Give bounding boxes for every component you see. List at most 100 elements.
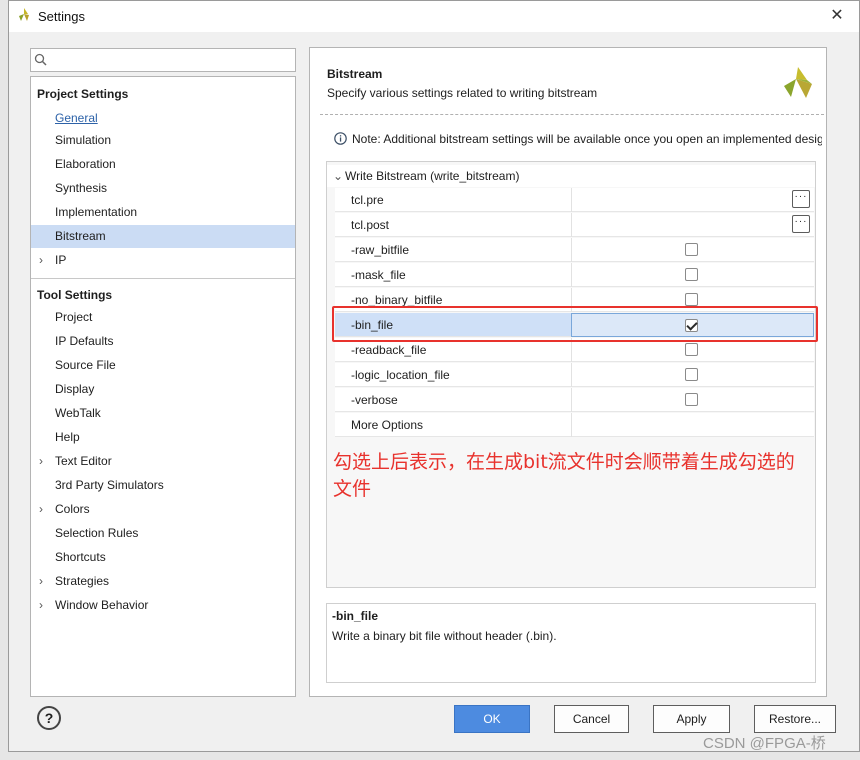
group-header-write-bitstream[interactable]: ⌄ Write Bitstream (write_bitstream) [327, 165, 815, 187]
page-title: Bitstream [327, 67, 383, 81]
option-name: tcl.post [351, 218, 390, 232]
help-icon: ? [44, 710, 54, 726]
option-row-logic-location-file[interactable]: -logic_location_file [335, 363, 814, 387]
description-title: -bin_file [332, 609, 379, 623]
ellipsis-icon[interactable]: ··· [792, 215, 810, 233]
chevron-right-icon[interactable]: › [39, 498, 49, 521]
option-value [571, 363, 814, 387]
nav-item-elaboration[interactable]: Elaboration [31, 153, 295, 176]
option-row-raw-bitfile[interactable]: -raw_bitfile [335, 238, 814, 262]
mask-file-checkbox[interactable] [685, 268, 698, 281]
info-note: Note: Additional bitstream settings will… [352, 132, 822, 146]
option-name: tcl.pre [351, 193, 384, 207]
settings-content-panel: Bitstream Specify various settings relat… [309, 47, 827, 697]
nav-item-ip-defaults[interactable]: IP Defaults [31, 330, 295, 353]
nav-item-label: Bitstream [55, 229, 106, 243]
nav-item-label: Strategies [55, 574, 110, 588]
chevron-right-icon[interactable]: › [39, 249, 49, 272]
search-input[interactable] [51, 50, 295, 72]
logic-location-file-checkbox[interactable] [685, 368, 698, 381]
nav-item-ip[interactable]: › IP [31, 249, 295, 272]
chevron-down-icon[interactable]: ⌄ [333, 165, 343, 187]
nav-item-label: Shortcuts [55, 550, 106, 564]
raw-bitfile-checkbox[interactable] [685, 243, 698, 256]
vivado-logo-icon [784, 67, 812, 98]
annotation-text: 勾选上后表示，在生成bit流文件时会顺带着生成勾选的文件 [333, 451, 795, 500]
help-button[interactable]: ? [37, 706, 61, 730]
nav-item-colors[interactable]: › Colors [31, 498, 295, 521]
nav-item-label: Synthesis [55, 181, 108, 195]
close-button[interactable]: ✕ [824, 5, 850, 27]
nav-item-label: 3rd Party Simulators [55, 478, 164, 492]
option-name: -verbose [351, 393, 398, 407]
bitstream-options-table: ⌄ Write Bitstream (write_bitstream) tcl.… [326, 161, 816, 588]
nav-item-label: General [55, 111, 98, 125]
option-row-tcl-post[interactable]: tcl.post ··· [335, 213, 814, 237]
apply-button[interactable]: Apply [653, 705, 730, 733]
no-binary-bitfile-checkbox[interactable] [685, 293, 698, 306]
nav-item-synthesis[interactable]: Synthesis [31, 177, 295, 200]
nav-item-source-file[interactable]: Source File [31, 354, 295, 377]
vivado-logo-icon [19, 8, 29, 21]
nav-item-implementation[interactable]: Implementation [31, 201, 295, 224]
page-subtitle: Specify various settings related to writ… [327, 86, 598, 100]
option-name: -raw_bitfile [351, 243, 410, 257]
option-row-tcl-pre[interactable]: tcl.pre ··· [335, 188, 814, 212]
nav-item-label: Text Editor [55, 454, 112, 468]
nav-item-bitstream[interactable]: Bitstream [31, 225, 295, 248]
project-settings-heading: Project Settings [37, 87, 129, 101]
option-row-more-options[interactable]: More Options [335, 413, 814, 437]
nav-item-3rd-party-simulators[interactable]: 3rd Party Simulators [31, 474, 295, 497]
nav-item-text-editor[interactable]: › Text Editor [31, 450, 295, 473]
chevron-right-icon[interactable]: › [39, 570, 49, 593]
option-value: ··· [571, 188, 814, 212]
option-row-mask-file[interactable]: -mask_file [335, 263, 814, 287]
nav-item-label: Simulation [55, 133, 112, 147]
cancel-button[interactable]: Cancel [554, 705, 629, 733]
nav-item-label: Selection Rules [55, 526, 139, 540]
nav-item-help[interactable]: Help [31, 426, 295, 449]
nav-item-label: Source File [55, 358, 116, 372]
nav-item-label: WebTalk [55, 406, 101, 420]
close-icon: ✕ [830, 7, 844, 24]
nav-item-simulation[interactable]: Simulation [31, 129, 295, 152]
nav-item-display[interactable]: Display [31, 378, 295, 401]
nav-item-label: IP [55, 253, 67, 267]
nav-item-webtalk[interactable]: WebTalk [31, 402, 295, 425]
nav-item-strategies[interactable]: › Strategies [31, 570, 295, 593]
search-box [30, 48, 296, 72]
annotation-highlight-box [332, 306, 818, 342]
nav-item-window-behavior[interactable]: › Window Behavior [31, 594, 295, 617]
nav-item-general[interactable]: General [31, 107, 295, 130]
ok-button[interactable]: OK [454, 705, 530, 733]
nav-item-label: Project [55, 310, 93, 324]
verbose-checkbox[interactable] [685, 393, 698, 406]
nav-item-label: Help [55, 430, 80, 444]
settings-window: Settings ✕ Project Settings General Simu… [8, 0, 860, 752]
more-options-input[interactable] [571, 413, 814, 437]
option-value [571, 388, 814, 412]
nav-item-project[interactable]: Project [31, 306, 295, 329]
title-bar: Settings ✕ [9, 1, 859, 32]
option-name: -readback_file [351, 343, 427, 357]
nav-item-shortcuts[interactable]: Shortcuts [31, 546, 295, 569]
group-label: Write Bitstream (write_bitstream) [345, 169, 520, 183]
tool-settings-heading: Tool Settings [37, 288, 113, 302]
ellipsis-icon[interactable]: ··· [792, 190, 810, 208]
option-row-verbose[interactable]: -verbose [335, 388, 814, 412]
option-value [571, 238, 814, 262]
settings-nav-panel: Project Settings General Simulation Elab… [30, 76, 296, 697]
option-name: -no_binary_bitfile [351, 293, 443, 307]
chevron-right-icon[interactable]: › [39, 594, 49, 617]
nav-item-selection-rules[interactable]: Selection Rules [31, 522, 295, 545]
option-name: -mask_file [351, 268, 406, 282]
restore-button[interactable]: Restore... [754, 705, 836, 733]
chevron-right-icon[interactable]: › [39, 450, 49, 473]
option-description-panel: -bin_file Write a binary bit file withou… [326, 603, 816, 683]
nav-item-label: Display [55, 382, 95, 396]
option-name: -logic_location_file [351, 368, 450, 382]
option-value [571, 263, 814, 287]
option-name: More Options [351, 418, 424, 432]
nav-item-label: Implementation [55, 205, 138, 219]
readback-file-checkbox[interactable] [685, 343, 698, 356]
